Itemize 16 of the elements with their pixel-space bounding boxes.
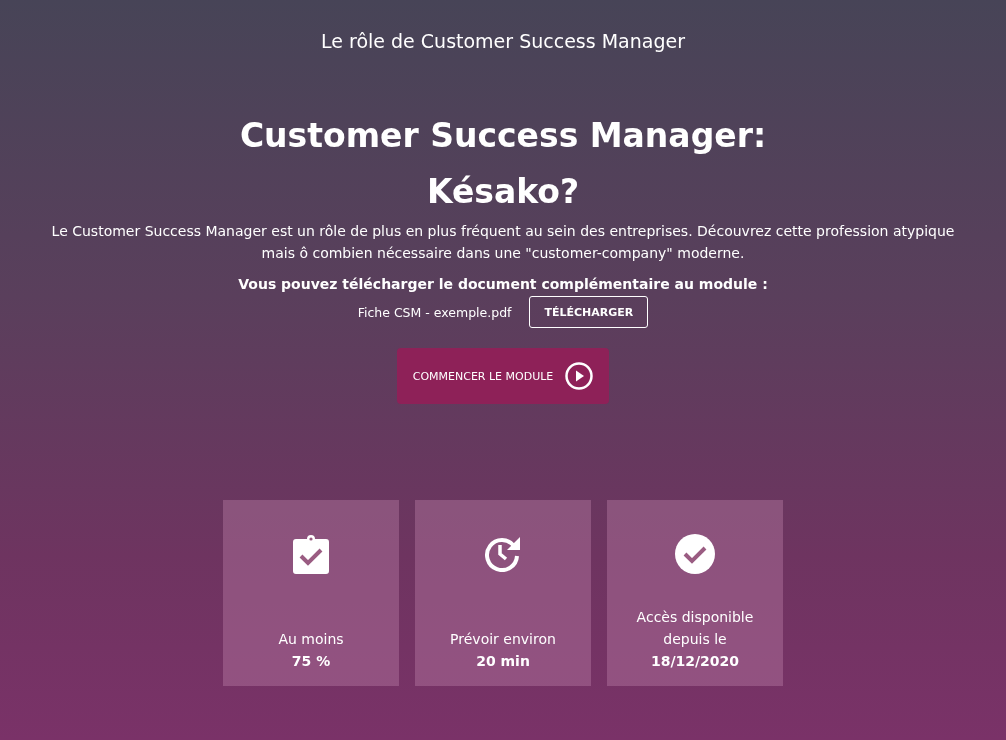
card-value: 18/12/2020: [650, 652, 740, 671]
card-value: 20 min: [476, 652, 530, 671]
module-heading: Customer Success Manager: Késako?: [238, 115, 768, 213]
file-name: Fiche CSM - exemple.pdf: [357, 304, 512, 320]
play-icon: [565, 362, 594, 390]
card-label: Au moins: [278, 630, 344, 649]
clipboard-check-icon: [293, 534, 329, 574]
download-button[interactable]: TÉLÉCHARGER: [529, 296, 649, 328]
card-value: 75 %: [291, 652, 331, 671]
page-title: Le rôle de Customer Success Manager: [321, 30, 685, 54]
check-circle-icon: [675, 534, 715, 574]
start-module-button[interactable]: COMMENCER LE MODULE: [396, 348, 610, 404]
card-label: Prévoir environ: [450, 630, 556, 649]
card-label: Accès disponible depuis le: [635, 608, 755, 649]
module-description: Le Customer Success Manager est un rôle de plus en plus fréquent au sein des entreprises. Découvrez cette profession atypique mais ô combien nécessaire dans une "customer-company" moderne.: [50, 222, 956, 263]
download-prompt: Vous pouvez télécharger le document complémentaire au module :: [238, 276, 768, 292]
